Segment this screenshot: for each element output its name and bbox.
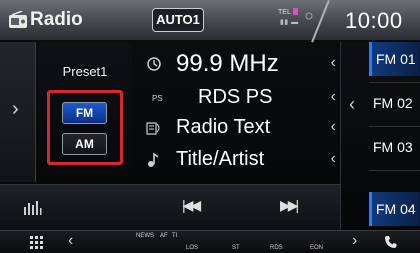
ps-name: RDS PS (198, 86, 273, 108)
music-note-icon (148, 152, 159, 167)
radio-icon (9, 11, 27, 28)
radio-screen: Radio AUTO1 TEL ▮▮ ▬ 10:00 › Preset1 FM … (0, 0, 420, 253)
radio-text-row: Radio Text ‹ (140, 114, 340, 142)
seek-forward-button[interactable]: ▶▶| (280, 197, 299, 214)
ps-tag: PS (152, 94, 163, 103)
band-panel: Preset1 FM AM (38, 42, 132, 182)
ps-row: PS RDS PS ‹ (140, 84, 340, 112)
chevron-right-icon[interactable]: › (352, 232, 357, 250)
signal-icon (292, 8, 298, 15)
chevron-left-icon[interactable]: ‹ (349, 94, 355, 115)
phone-status: TEL (278, 8, 298, 16)
transport-bar: |◀◀ ▶▶| (0, 184, 340, 230)
frequency-row: 99.9 MHz ‹ (140, 50, 340, 78)
title-artist-row: Title/Artist ‹ (140, 146, 340, 174)
chevron-left-icon[interactable]: ‹ (331, 54, 336, 72)
preset-item[interactable]: FM 04 (369, 192, 420, 226)
menu-grid-icon[interactable] (30, 236, 43, 249)
radio-text: Radio Text (176, 116, 271, 138)
divider (369, 82, 420, 83)
chevron-left-icon[interactable]: ‹ (331, 88, 336, 106)
preset-item[interactable]: FM 03 (369, 130, 420, 164)
chevron-left-icon[interactable]: ‹ (331, 118, 336, 136)
preset-item[interactable]: FM 01 (369, 42, 420, 76)
band-selector-highlight: FM AM (47, 90, 123, 165)
title-artist-text: Title/Artist (176, 148, 265, 170)
rds-indicator: RDS (270, 245, 283, 251)
bottom-bar: ‹ NEWS AF TI LOS ST RDS EON › (0, 230, 420, 253)
divider (369, 126, 420, 127)
chevron-left-icon[interactable]: ‹ (68, 232, 73, 250)
status-bar: Radio AUTO1 TEL ▮▮ ▬ 10:00 (0, 0, 420, 43)
frequency-text: 99.9 MHz (176, 50, 279, 77)
ti-indicator: TI (172, 233, 178, 239)
tel-label: TEL (278, 9, 291, 16)
page-title: Radio (30, 9, 83, 30)
divider (369, 170, 420, 171)
chevron-left-icon[interactable]: ‹ (331, 150, 336, 168)
clock: 10:00 (345, 8, 403, 33)
equalizer-icon[interactable] (22, 197, 42, 217)
station-info: 99.9 MHz ‹ PS RDS PS ‹ Radio Text ‹ Titl… (140, 42, 340, 182)
preset-label: Preset1 (62, 64, 108, 79)
open-panel-button[interactable]: › (0, 42, 36, 182)
seek-back-button[interactable]: |◀◀ (182, 197, 201, 214)
preset-item[interactable]: FM 02 (369, 86, 420, 120)
los-indicator: LOS (186, 245, 199, 251)
phone-icon[interactable] (384, 235, 398, 249)
chevron-right-icon: › (12, 98, 19, 120)
battery-icon: ▮▮ ▬ (280, 19, 299, 26)
frequency-dial-icon (147, 57, 161, 71)
gps-icon (305, 12, 313, 20)
seek-mode-button[interactable]: AUTO1 (152, 8, 204, 32)
news-indicator: NEWS (136, 233, 154, 239)
st-indicator: ST (232, 245, 240, 251)
preset-list: ‹ FM 01 FM 02 FM 03 FM 04 (340, 42, 420, 230)
fm-band-button[interactable]: FM (62, 102, 107, 124)
eon-indicator: EON (310, 245, 324, 251)
radio-text-icon (146, 122, 160, 135)
af-indicator: AF (160, 233, 168, 239)
am-band-button[interactable]: AM (62, 133, 107, 155)
